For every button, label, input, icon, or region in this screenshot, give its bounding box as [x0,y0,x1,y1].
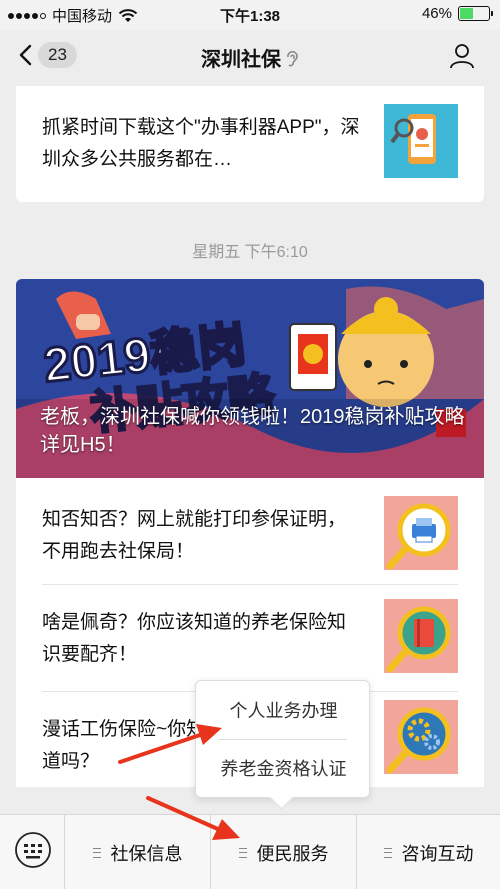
article-item[interactable]: 啥是佩奇？你应该知道的养老保险知识要配齐！ [16,585,484,691]
menu-label: 便民服务 [256,843,329,864]
menu-convenience-services[interactable]: 便民服务 [210,815,356,889]
article-title: 知否知否？网上就能打印参保证明，不用跑去社保局！ [42,509,347,562]
menu-list-icon [238,847,247,858]
printer-thumbnail-icon [384,496,458,570]
article-title: 啥是佩奇？你应该知道的养老保险知识要配齐！ [42,612,347,665]
nav-bar: 23 深圳社保 [0,30,500,82]
menu-label: 社保信息 [110,843,183,864]
submenu-divider [218,739,347,740]
message-timestamp: 星期五 下午6:10 [192,244,308,261]
page-title-wrap: 深圳社保 [0,43,500,72]
menu-consult-interaction[interactable]: 咨询互动 [356,815,500,889]
submenu-item-personal-business[interactable]: 个人业务办理 [196,683,371,739]
article-title: 抓紧时间下载这个"办事利器APP"，深圳众多公共服务都在… [42,117,360,170]
battery-percent: 46% [421,5,452,22]
phone-app-thumbnail-icon [384,104,458,178]
article-card-top: 抓紧时间下载这个"办事利器APP"，深圳众多公共服务都在… [16,86,484,202]
banner-article[interactable]: 2019稳岗 补贴攻略 老板，深圳社保喊你领钱啦！2019稳岗补贴攻略详见H5！ [16,279,484,478]
gear-thumbnail-icon [384,700,458,774]
status-bar: 中国移动 下午1:38 46% [0,0,500,30]
keyboard-icon[interactable] [14,831,52,869]
menu-list-icon [383,847,392,858]
ear-icon [287,50,298,67]
article-item[interactable]: 抓紧时间下载这个"办事利器APP"，深圳众多公共服务都在… [16,86,484,202]
page-title: 深圳社保 [201,49,281,71]
menu-label: 咨询互动 [401,843,474,864]
battery-fill [460,8,473,19]
user-profile-icon[interactable] [448,42,476,70]
article-item[interactable]: 知否知否？网上就能打印参保证明，不用跑去社保局！ [16,478,484,584]
book-thumbnail-icon [384,599,458,673]
submenu-item-pension-certification[interactable]: 养老金资格认证 [196,741,371,797]
status-right: 46% [421,5,493,22]
menu-social-security-info[interactable]: 社保信息 [64,815,210,889]
battery-icon [458,6,493,21]
menu-list-icon [92,847,101,858]
service-submenu: 个人业务办理 养老金资格认证 [195,680,370,798]
bottom-menu-bar: 社保信息 便民服务 咨询互动 [0,814,500,889]
banner-caption: 老板，深圳社保喊你领钱啦！2019稳岗补贴攻略详见H5！ [40,406,465,456]
